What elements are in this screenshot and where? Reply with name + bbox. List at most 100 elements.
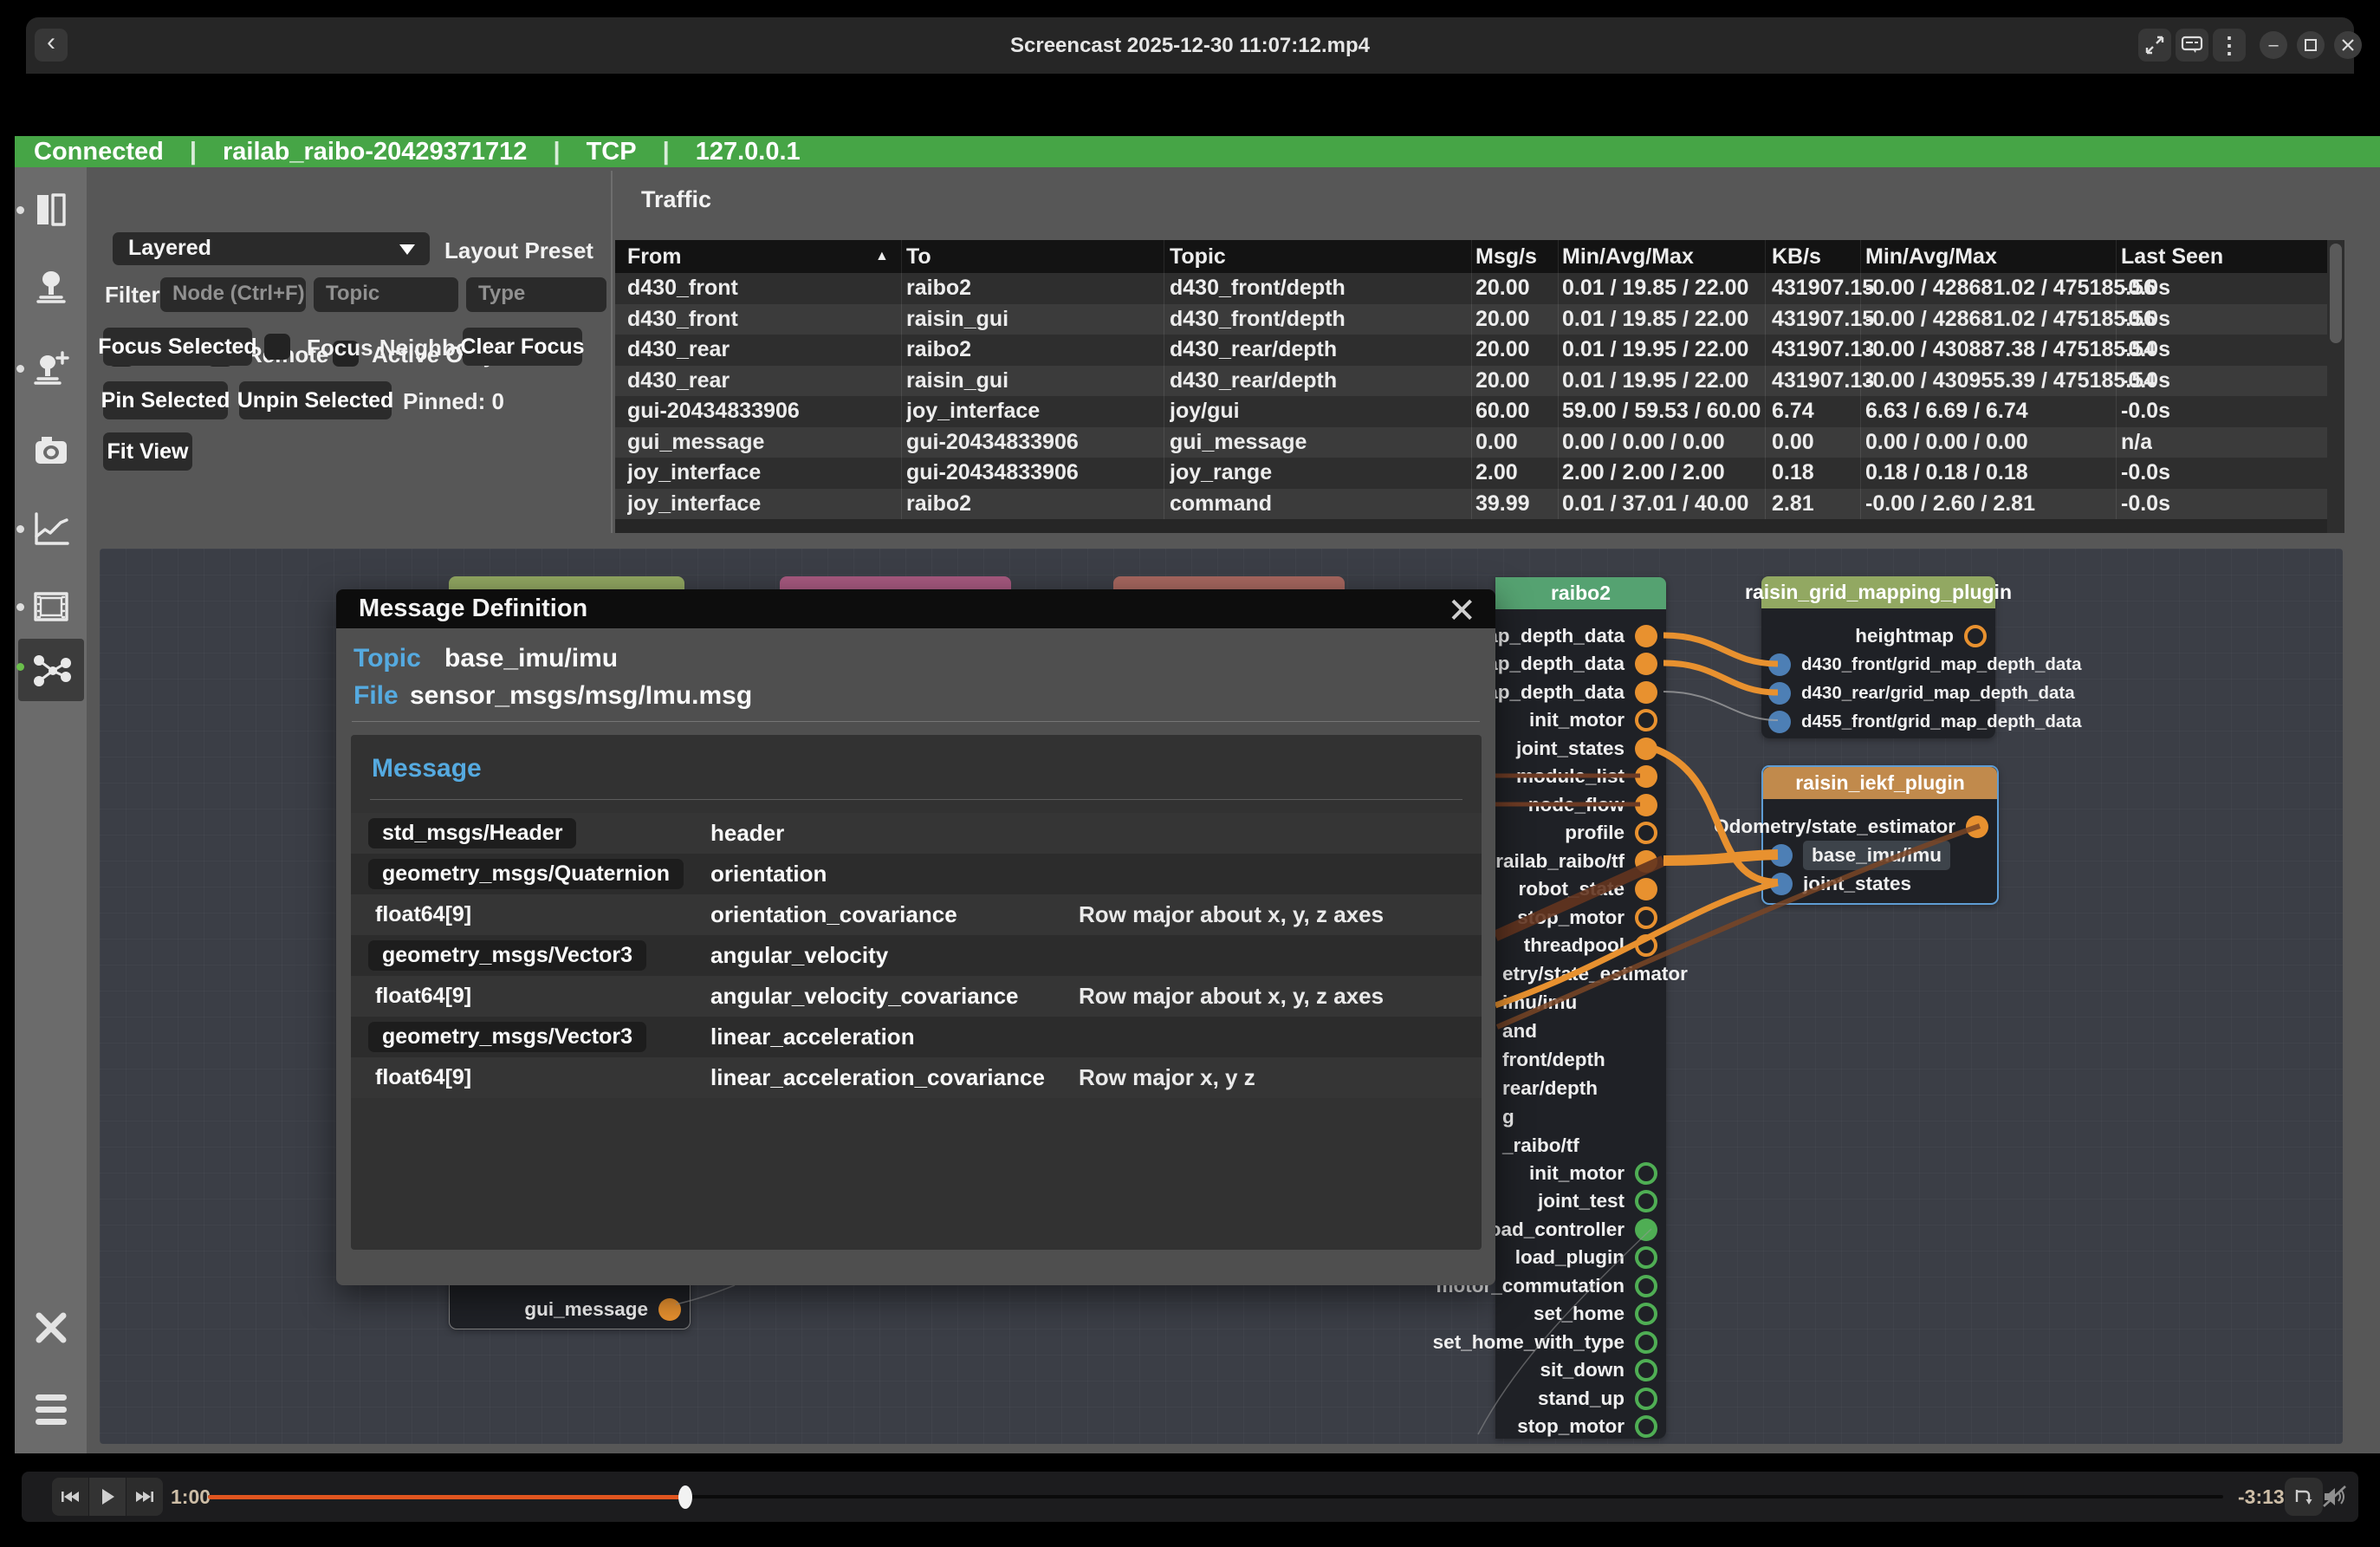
mute-button[interactable] [2322, 1485, 2348, 1513]
unpin-selected-button[interactable]: Unpin Selected [239, 381, 392, 419]
column-header[interactable]: Min/Avg/Max [1865, 240, 1997, 273]
port-circle-icon[interactable] [1964, 625, 1987, 647]
column-header[interactable]: To [906, 240, 931, 273]
service-circle-icon[interactable] [1635, 1190, 1657, 1212]
port-row[interactable]: d430_front/grid_map_depth_data [1768, 650, 1987, 679]
port-circle-icon[interactable] [1768, 653, 1791, 676]
port-circle-icon[interactable] [1635, 907, 1657, 929]
service-circle-icon[interactable] [1635, 1388, 1657, 1410]
traffic-row[interactable]: gui_messagegui-20434833906gui_message0.0… [615, 427, 2327, 458]
port-circle-icon[interactable] [1635, 794, 1657, 816]
port-row[interactable]: rear/depth [1502, 1074, 1657, 1102]
port-row[interactable]: ont/grid_map_depth_data [1495, 678, 1657, 706]
traffic-row[interactable]: d430_rearraisin_guid430_rear/depth20.000… [615, 366, 2327, 397]
dialog-close-icon[interactable]: ✕ [1447, 591, 1476, 631]
column-header[interactable]: Topic [1170, 240, 1226, 273]
port-row[interactable]: imu/imu [1502, 988, 1657, 1017]
port-circle-icon[interactable] [1635, 934, 1657, 957]
port-row[interactable]: joint_states [1495, 734, 1657, 763]
sidebar-item-line-chart[interactable] [23, 501, 79, 556]
port-circle-icon[interactable] [1635, 709, 1657, 731]
close-panel-button[interactable] [30, 1307, 72, 1349]
port-row[interactable]: joint_states [1770, 869, 1988, 898]
traffic-row[interactable]: joy_interfacegui-20434833906joy_range2.0… [615, 458, 2327, 489]
sort-ascending-icon[interactable]: ▲ [875, 240, 889, 273]
port-row[interactable]: ear/grid_map_depth_data [1495, 650, 1657, 679]
port-row[interactable]: stop_motor [1495, 903, 1657, 932]
port-circle-icon[interactable] [1770, 844, 1793, 867]
port-row[interactable]: module_list [1495, 763, 1657, 791]
port-circle-icon[interactable] [1635, 625, 1657, 647]
port-row[interactable]: d455_front/grid_map_depth_data [1768, 707, 1987, 736]
port-row[interactable]: etry/state_estimator [1502, 959, 1657, 988]
node-filter-input[interactable]: Node (Ctrl+F) [160, 277, 306, 312]
port-row[interactable]: _raibo/tf [1502, 1131, 1657, 1160]
service-row[interactable]: load_plugin [1495, 1244, 1657, 1272]
service-row[interactable]: set_home_with_type [1495, 1328, 1657, 1356]
table-scrollbar[interactable] [2327, 240, 2344, 533]
port-row[interactable]: railab_raibo/tf [1495, 847, 1657, 875]
port-circle-icon[interactable] [1635, 850, 1657, 873]
traffic-row[interactable]: gui-20434833906joy_interfacejoy/gui60.00… [615, 396, 2327, 427]
service-row[interactable]: stop_motor [1495, 1413, 1657, 1441]
topic-filter-input[interactable]: Topic [314, 277, 458, 312]
port-circle-icon[interactable] [1635, 878, 1657, 900]
column-header[interactable]: From [627, 240, 682, 273]
port-row[interactable]: Odometry/state_estimator [1763, 812, 1988, 841]
service-row[interactable]: set_home [1495, 1300, 1657, 1329]
service-circle-icon[interactable] [1635, 1219, 1657, 1241]
port-circle-icon[interactable] [1635, 822, 1657, 844]
dialog-titlebar[interactable]: Message Definition ✕ [336, 589, 1495, 628]
scrollbar-thumb[interactable] [2330, 244, 2342, 343]
port-row[interactable]: and [1502, 1017, 1657, 1045]
sidebar-item-node-graph[interactable] [18, 639, 84, 701]
port-row[interactable]: base_imu/imu [1770, 841, 1988, 869]
back-button[interactable]: ‹ [35, 29, 68, 62]
skip-forward-button[interactable] [126, 1478, 163, 1516]
loop-button[interactable] [2285, 1478, 2323, 1516]
service-row[interactable]: load_controller [1495, 1215, 1657, 1244]
port-row[interactable]: profile [1495, 819, 1657, 848]
port-circle-icon[interactable] [1768, 682, 1791, 705]
minimize-button[interactable]: – [2260, 31, 2287, 59]
service-circle-icon[interactable] [1635, 1331, 1657, 1354]
sidebar-item-joystick[interactable] [23, 260, 79, 315]
port-row[interactable]: g [1502, 1102, 1657, 1131]
column-header[interactable]: KB/s [1772, 240, 1821, 273]
traffic-row[interactable]: d430_frontraibo2d430_front/depth20.000.0… [615, 273, 2327, 304]
port-circle-icon[interactable] [1635, 681, 1657, 704]
column-header[interactable]: Min/Avg/Max [1562, 240, 1694, 273]
service-circle-icon[interactable] [1635, 1275, 1657, 1297]
port-row[interactable]: init_motor [1495, 706, 1657, 735]
close-button[interactable] [2334, 31, 2362, 59]
node-gridmap-header[interactable]: raisin_grid_mapping_plugin [1761, 576, 1995, 608]
port-row[interactable]: front/depth [1502, 1045, 1657, 1074]
focus-selected-button[interactable]: Focus Selected [103, 328, 252, 366]
layout-preset-dropdown[interactable]: Layered [113, 232, 430, 265]
port-row[interactable]: robot_state [1495, 875, 1657, 904]
message-field-row[interactable]: float64[9]angular_velocity_covarianceRow… [351, 976, 1482, 1017]
port-circle-icon[interactable] [1635, 738, 1657, 760]
menu-button[interactable]: ⋮ [2213, 29, 2246, 62]
port-row[interactable]: threadpool [1495, 932, 1657, 960]
sidebar-item-camera[interactable] [23, 423, 79, 478]
menu-list-button[interactable] [30, 1389, 72, 1431]
service-row[interactable]: stand_up [1495, 1384, 1657, 1413]
clear-focus-button[interactable]: Clear Focus [463, 328, 582, 366]
traffic-row[interactable]: d430_frontraisin_guid430_front/depth20.0… [615, 304, 2327, 335]
fullscreen-button[interactable] [2138, 29, 2171, 62]
node-raibo2[interactable]: raibo2 ont/grid_map_depth_dataear/grid_m… [1495, 577, 1666, 1439]
port-row[interactable]: d430_rear/grid_map_depth_data [1768, 679, 1987, 707]
message-field-row[interactable]: std_msgs/Headerheader [351, 813, 1482, 854]
node-iekf-header[interactable]: raisin_iekf_plugin [1763, 767, 1997, 799]
type-filter-input[interactable]: Type [466, 277, 606, 312]
service-row[interactable]: init_motor [1495, 1159, 1657, 1187]
node-raisin-grid-mapping-plugin[interactable]: raisin_grid_mapping_plugin heightmapd430… [1761, 576, 1995, 738]
port-circle-icon[interactable] [1635, 765, 1657, 788]
column-header[interactable]: Msg/s [1475, 240, 1537, 273]
service-row[interactable]: joint_test [1495, 1187, 1657, 1216]
port-row[interactable]: node_flow [1495, 790, 1657, 819]
pin-selected-button[interactable]: Pin Selected [103, 381, 228, 419]
play-button[interactable] [89, 1478, 126, 1516]
service-circle-icon[interactable] [1635, 1359, 1657, 1381]
